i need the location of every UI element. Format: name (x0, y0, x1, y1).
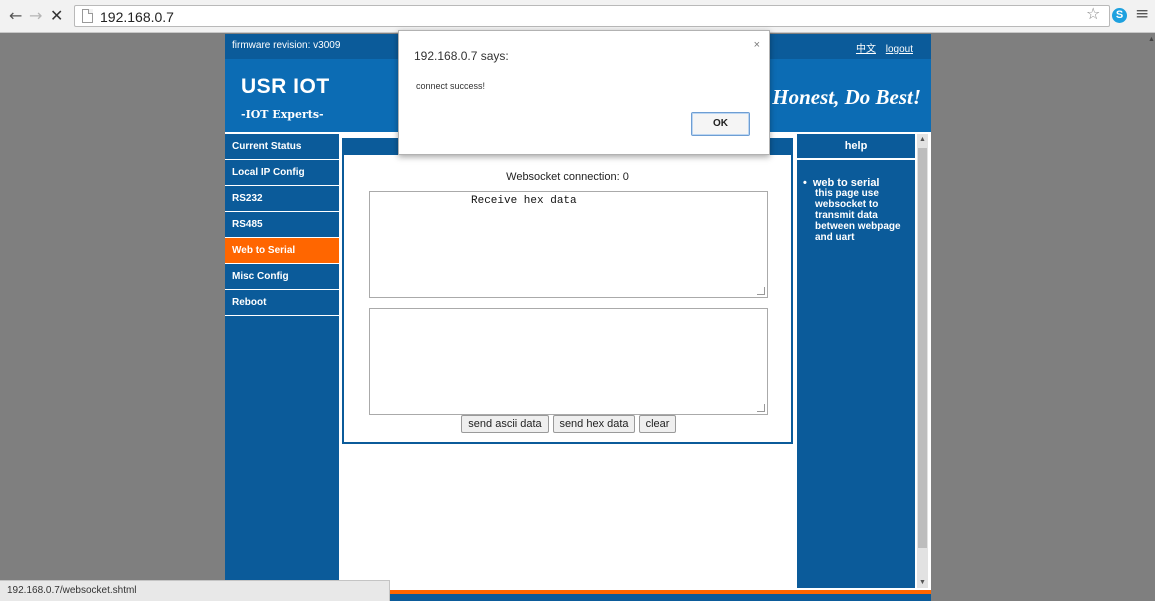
send-textarea[interactable] (369, 308, 768, 415)
forward-arrow-icon[interactable]: → (29, 7, 42, 25)
help-body: this page use websocket to transmit data… (815, 188, 901, 243)
resize-grip-icon[interactable] (757, 404, 765, 412)
status-url: 192.168.0.7/websocket.shtml (7, 585, 137, 596)
clear-button[interactable]: clear (639, 415, 676, 433)
dialog-title: 192.168.0.7 says: (414, 49, 509, 63)
receive-textarea[interactable]: Receive hex data (369, 191, 768, 298)
logout-link[interactable]: logout (886, 44, 913, 55)
web-to-serial-panel: Websocket connection: 0 Receive hex data… (342, 138, 793, 444)
scroll-up-icon[interactable]: ▲ (919, 136, 926, 143)
sidebar-item-reboot[interactable]: Reboot (225, 290, 339, 316)
browser-toolbar: ← → ✕ 192.168.0.7 ☆ S ≡ (0, 0, 1155, 33)
slogan: Honest, Do Best! (772, 85, 921, 109)
language-link[interactable]: 中文 (856, 44, 876, 55)
send-hex-button[interactable]: send hex data (553, 415, 635, 433)
resize-grip-icon[interactable] (757, 287, 765, 295)
address-bar-url[interactable]: 192.168.0.7 (100, 9, 174, 25)
send-ascii-button[interactable]: send ascii data (461, 415, 549, 433)
page-icon (82, 9, 93, 23)
sidebar-item-current-status[interactable]: Current Status (225, 134, 339, 160)
dialog-message: connect success! (416, 81, 486, 91)
browser-menu-icon[interactable]: ≡ (1135, 4, 1149, 24)
top-links: 中文 logout (849, 40, 913, 55)
ok-button[interactable]: OK (691, 112, 750, 136)
firmware-revision: firmware revision: v3009 (232, 40, 341, 51)
footer-bar (390, 594, 931, 601)
help-heading: help (797, 134, 915, 160)
sidebar-nav: Current Status Local IP Config RS232 RS4… (225, 134, 339, 601)
bookmark-star-icon[interactable]: ☆ (1086, 4, 1100, 23)
close-icon[interactable]: × (754, 39, 760, 51)
back-arrow-icon[interactable]: ← (9, 7, 22, 25)
scroll-down-icon[interactable]: ▼ (919, 579, 926, 586)
receive-textarea-content: Receive hex data (471, 195, 577, 207)
sidebar-item-web-to-serial[interactable]: Web to Serial (225, 238, 339, 264)
stop-loading-icon[interactable]: ✕ (50, 7, 63, 25)
skype-extension-icon[interactable]: S (1112, 8, 1127, 23)
sidebar-item-local-ip-config[interactable]: Local IP Config (225, 160, 339, 186)
brand-tagline: -IOT Experts- (241, 108, 324, 121)
websocket-status: Websocket connection: 0 (506, 171, 629, 183)
status-bubble: 192.168.0.7/websocket.shtml (0, 580, 390, 601)
address-bar[interactable]: 192.168.0.7 (74, 5, 1110, 27)
scrollbar-thumb[interactable] (918, 148, 927, 548)
help-scrollbar[interactable]: ▲ ▼ (917, 134, 928, 588)
sidebar-item-rs485[interactable]: RS485 (225, 212, 339, 238)
alert-dialog: 192.168.0.7 says: × connect success! OK (398, 30, 770, 155)
sidebar-item-misc-config[interactable]: Misc Config (225, 264, 339, 290)
sidebar-item-rs232[interactable]: RS232 (225, 186, 339, 212)
page-scroll-up-icon[interactable]: ▲ (1148, 36, 1155, 43)
help-panel: help web to serial this page use websock… (797, 134, 915, 588)
brand-logo: USR IOT (241, 75, 330, 98)
